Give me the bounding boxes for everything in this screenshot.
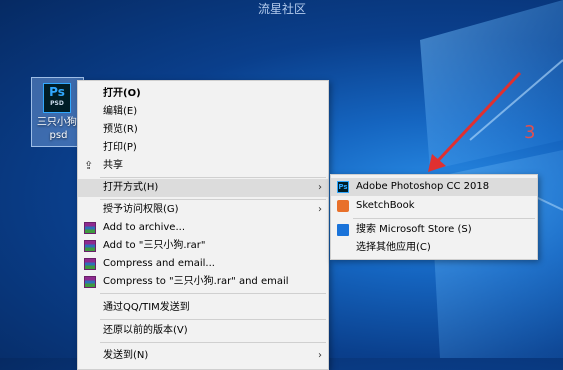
annotation-arrow-shaft [431,71,522,168]
annotation-arrow [428,71,522,172]
